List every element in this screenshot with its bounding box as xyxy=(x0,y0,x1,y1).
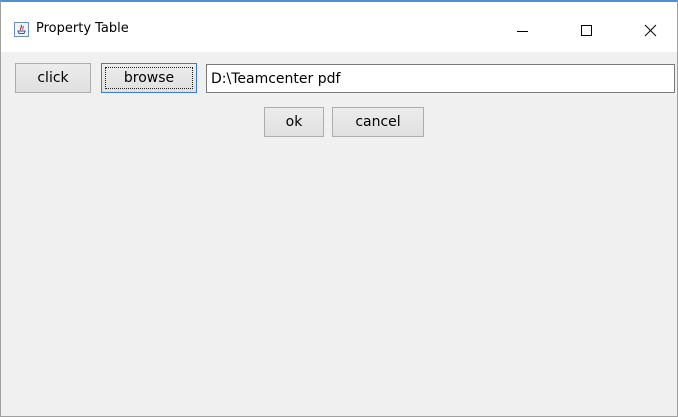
close-button[interactable] xyxy=(628,9,674,49)
minimize-icon xyxy=(517,31,528,32)
close-icon xyxy=(644,24,657,37)
title-bar[interactable]: Property Table xyxy=(1,2,677,52)
window-title: Property Table xyxy=(36,21,129,36)
java-icon xyxy=(14,22,29,37)
ok-button[interactable]: ok xyxy=(264,107,324,137)
browse-button[interactable]: browse xyxy=(101,63,197,93)
content-panel: click browse ok cancel xyxy=(1,52,677,416)
cancel-button[interactable]: cancel xyxy=(332,107,424,137)
file-path-input[interactable] xyxy=(206,64,675,93)
click-button[interactable]: click xyxy=(15,63,91,93)
maximize-icon xyxy=(581,25,592,36)
maximize-button[interactable] xyxy=(563,9,609,49)
minimize-button[interactable] xyxy=(499,9,545,49)
focus-indicator xyxy=(105,67,193,89)
app-window: Property Table click browse ok cancel xyxy=(0,0,678,417)
